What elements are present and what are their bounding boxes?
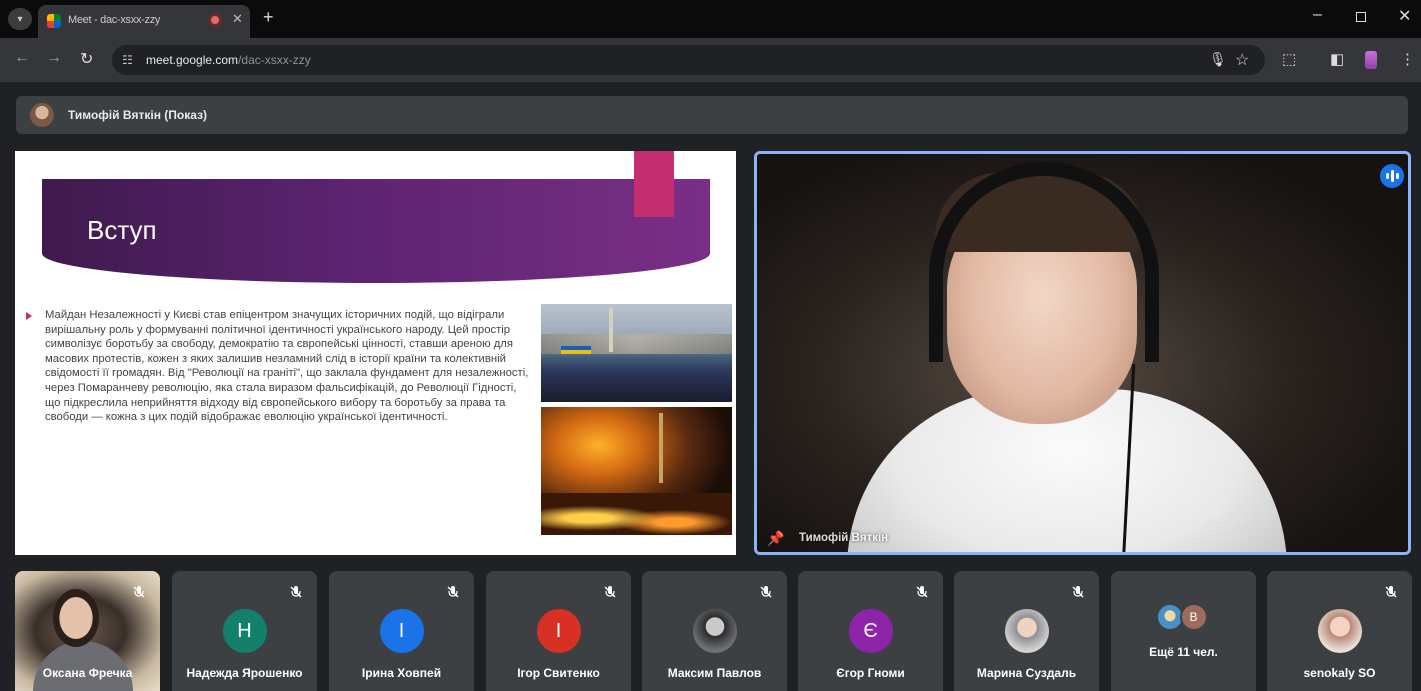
participant-photo-avatar [692,609,737,653]
participant-name: Надежда Ярошенко [186,666,303,680]
speaker-name: Тимофій Вяткін [799,532,889,544]
slide-title: Вступ [87,215,157,245]
maidan-fire-image [541,407,732,535]
slide-accent-tab [634,151,674,217]
back-arrow-icon[interactable]: ← [14,49,30,67]
participant-tile[interactable]: Максим Павлов [642,571,787,691]
participant-initial-avatar: І [536,609,581,653]
participant-tile[interactable]: І Ігор Свитенко [486,571,631,691]
mic-off-icon [1384,585,1398,599]
slide-body-text: Майдан Незалежності у Києві став епіцент… [45,309,529,424]
mic-off-icon [132,585,146,599]
url-text: meet.google.com/dac-xsxx-zzy [146,53,311,67]
presenter-bar: Тимофій Вяткін (Показ) [16,96,1408,134]
participant-name: Ірина Ховпей [361,666,442,680]
participant-tile[interactable]: І Ірина Ховпей [329,571,474,691]
more-participants-avatars: В [1155,603,1212,631]
forward-arrow-icon[interactable]: → [46,49,62,67]
maximize-window-button[interactable] [1356,12,1366,22]
maidan-crowd-image [541,304,732,402]
browser-tab-bar: ▾ Meet - dac-xsxx-zzy ✕ + – ✕ [0,0,1421,38]
bookmark-star-icon[interactable]: ☆ [1235,50,1249,70]
participant-initial-avatar: Н [222,609,267,653]
participant-tile[interactable]: Н Надежда Ярошенко [172,571,317,691]
browser-tab-meet[interactable]: Meet - dac-xsxx-zzy ✕ [38,5,250,38]
participant-initial-avatar: І [379,609,424,653]
participant-tile[interactable]: Оксана Фречка [15,571,160,691]
microphone-icon[interactable]: 🎙 [1209,51,1227,68]
tab-search-icon[interactable]: ▾ [8,8,32,30]
site-info-icon[interactable]: ☷ [122,53,133,67]
participant-photo-avatar [1004,609,1049,653]
participant-name: Єгор Гноми [836,666,905,680]
profile-avatar[interactable] [1365,51,1377,69]
reload-icon[interactable]: ↻ [80,49,93,69]
close-tab-button[interactable]: ✕ [232,11,243,27]
pin-icon[interactable]: 📌 [767,530,784,547]
address-bar[interactable]: ☷ meet.google.com/dac-xsxx-zzy 🎙 ☆ [112,45,1265,75]
mic-off-icon [759,585,773,599]
minimize-window-button[interactable]: – [1313,6,1322,24]
browser-toolbar: ← → ↻ ☷ meet.google.com/dac-xsxx-zzy 🎙 ☆… [0,38,1421,82]
participant-photo-avatar [1317,609,1362,653]
meet-favicon-icon [47,14,61,28]
presenter-avatar [30,103,54,127]
bullet-arrow-icon [26,312,32,320]
participant-name: Марина Суздаль [976,666,1077,680]
participant-name: senokaly SO [1303,666,1376,680]
participant-name: Оксана Фречка [42,666,133,680]
close-window-button[interactable]: ✕ [1398,6,1411,26]
recording-indicator-icon [208,13,222,27]
more-participants-tile[interactable]: В Ещё 11 чел. [1111,571,1256,691]
mic-off-icon [915,585,929,599]
participant-initial-avatar: В [1179,603,1208,631]
side-panel-icon[interactable]: ◧ [1330,50,1344,68]
main-speaker-video[interactable]: 📌 Тимофій Вяткін [754,151,1411,555]
participant-tile[interactable]: Марина Суздаль [954,571,1099,691]
presenter-label: Тимофій Вяткін (Показ) [68,108,208,122]
tab-title: Meet - dac-xsxx-zzy [68,14,161,26]
extensions-icon[interactable]: ⬚ [1282,50,1296,68]
mic-off-icon [446,585,460,599]
mic-off-icon [289,585,303,599]
participant-tile[interactable]: senokaly SO [1267,571,1412,691]
mic-off-icon [1071,585,1085,599]
participant-name: Максим Павлов [667,666,762,680]
shared-presentation: Вступ Майдан Незалежності у Києві став е… [15,151,736,555]
speaking-indicator-icon [1380,164,1404,188]
participant-tile[interactable]: Є Єгор Гноми [798,571,943,691]
new-tab-button[interactable]: + [263,7,274,28]
browser-menu-icon[interactable]: ⋮ [1400,50,1415,68]
mic-off-icon [603,585,617,599]
participant-initial-avatar: Є [848,609,893,653]
more-participants-label: Ещё 11 чел. [1149,645,1218,659]
participant-name: Ігор Свитенко [517,666,600,680]
